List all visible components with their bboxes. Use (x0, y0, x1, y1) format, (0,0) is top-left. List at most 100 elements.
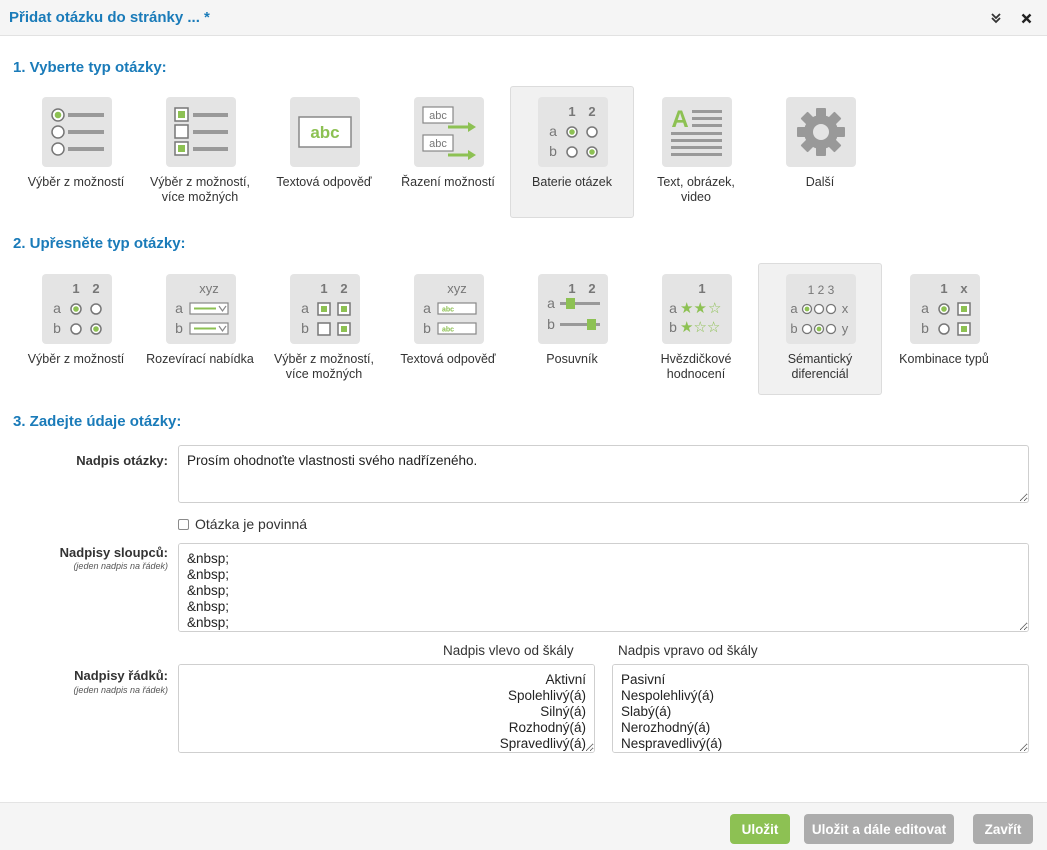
icon-row-b-text: b (53, 320, 61, 336)
left-scale-heading: Nadpis vlevo od škály (443, 643, 574, 658)
dialog-title: Přidat otázku do stránky ... * (9, 9, 210, 26)
type-text-image-video[interactable]: A Text, obrázek, video (634, 86, 758, 218)
required-checkbox-label: Otázka je povinná (195, 516, 308, 532)
subtype-slider[interactable]: 1 2 a b Posuvník (510, 263, 634, 395)
subtype-label: Textová odpověď (400, 352, 496, 366)
icon-x-text: x (960, 281, 968, 296)
icon-row-b-text: b (175, 320, 183, 336)
save-button[interactable]: Uložit (730, 814, 790, 844)
subtype-semantic-differential[interactable]: 1 2 3 a x b y Sémantický diferenciál (758, 263, 882, 395)
icon-row-a-text: a (549, 123, 557, 139)
icon-row-b-text: b (921, 320, 929, 336)
icon-row-a-text: a (301, 300, 309, 316)
icon-row-a-text: a (790, 301, 798, 316)
icon-row-b-text: b (547, 316, 555, 332)
subtype-multiple-choice[interactable]: 1 2 a b Výběr z možností, více možných (262, 263, 386, 395)
subtype-label: Sémantický diferenciál (787, 352, 853, 381)
type-single-choice[interactable]: Výběr z možností (14, 86, 138, 218)
icon-col1-text: 1 (568, 281, 575, 296)
step2-title: 2. Upřesněte typ otázky: (13, 235, 186, 252)
icon-scale-text: 1 2 3 (808, 283, 835, 297)
ordering-icon: abc abc (414, 97, 484, 167)
icon-row-a-text: a (921, 300, 929, 316)
subtype-label: Kombinace typů (899, 352, 989, 366)
subtype-single-choice[interactable]: 1 2 a b Výběr z možností (14, 263, 138, 395)
type-other[interactable]: Další (758, 86, 882, 218)
icon-row-a-text: a (547, 295, 555, 311)
step3-title: 3. Zadejte údaje otázky: (13, 413, 182, 430)
icon-xyz-text: xyz (447, 281, 467, 296)
icon-col1-text: 1 (568, 104, 575, 119)
subtype-label: Výběr z možností (27, 352, 125, 366)
type-question-battery[interactable]: 1 2 a b Baterie otázek (510, 86, 634, 218)
icon-abc-text: abc (442, 307, 454, 314)
gear-icon (786, 97, 856, 167)
type-label: Řazení možností (401, 175, 495, 189)
save-and-continue-button[interactable]: Uložit a dále editovat (804, 814, 954, 844)
subtype-label: Posuvník (546, 352, 598, 366)
matrix-text-icon: xyz a abc b abc (414, 274, 484, 344)
icon-x-text: x (842, 301, 849, 316)
text-answer-icon: abc (290, 97, 360, 167)
subtype-text-answer[interactable]: xyz a abc b abc Textová odpověď (386, 263, 510, 395)
row-titles-hint: (jeden nadpis na řádek) (73, 685, 168, 695)
type-ordering[interactable]: abc abc Řazení možností (386, 86, 510, 218)
close-icon[interactable] (1016, 8, 1036, 28)
icon-col1-text: 1 (320, 281, 327, 296)
matrix-dropdown-icon: xyz a b (166, 274, 236, 344)
icon-col1-text: 1 (72, 281, 79, 296)
icon-row-b-text: b (669, 319, 677, 335)
column-titles-input[interactable]: &nbsp; &nbsp; &nbsp; &nbsp; &nbsp; (178, 543, 1029, 632)
subtype-star-rating[interactable]: 1 a ★★ ☆ b ★☆☆ Hvězdičkové hodnocení (634, 263, 758, 395)
icon-row-b-text: b (301, 320, 309, 336)
icon-y-text: y (842, 321, 849, 336)
icon-col1-text: 1 (940, 281, 947, 296)
matrix-icon: 1 2 a b (538, 97, 608, 167)
star-rating-icon: 1 a ★★ ☆ b ★☆☆ (662, 274, 732, 344)
icon-col2-text: 2 (92, 281, 99, 296)
icon-col2-text: 2 (588, 281, 595, 296)
required-checkbox-row[interactable]: Otázka je povinná (178, 516, 307, 532)
svg-text:★☆☆: ★☆☆ (680, 318, 720, 336)
matrix-slider-icon: 1 2 a b (538, 274, 608, 344)
icon-row-b-text: b (549, 143, 557, 159)
icon-abc-text: abc (429, 138, 447, 150)
svg-text:★★: ★★ (680, 299, 707, 317)
question-title-label: Nadpis otázky: (76, 453, 168, 468)
required-checkbox[interactable] (178, 518, 189, 530)
left-scale-input[interactable]: Aktivní Spolehlivý(á) Silný(á) Rozhodný(… (178, 664, 595, 753)
type-label: Výběr z možností (27, 175, 125, 189)
matrix-checkbox-icon: 1 2 a b (290, 274, 360, 344)
question-title-input[interactable]: Prosím ohodnoťte vlastnosti svého nadříz… (178, 445, 1029, 503)
icon-xyz-text: xyz (199, 281, 219, 296)
text-image-video-icon: A (662, 97, 732, 167)
subtype-combination[interactable]: 1 x a b Kombinace typů (882, 263, 1006, 395)
right-scale-heading: Nadpis vpravo od škály (618, 643, 758, 658)
icon-row-a-text: a (175, 300, 183, 316)
icon-row-b-text: b (790, 321, 797, 336)
column-titles-hint: (jeden nadpis na řádek) (73, 561, 168, 571)
type-text-answer[interactable]: abc Textová odpověď (262, 86, 386, 218)
radio-list-icon (42, 97, 112, 167)
type-label: Text, obrázek, video (657, 175, 735, 204)
close-button[interactable]: Zavřít (973, 814, 1033, 844)
matrix-combination-icon: 1 x a b (910, 274, 980, 344)
dialog-titlebar: Přidat otázku do stránky ... * (0, 0, 1047, 36)
semantic-differential-icon: 1 2 3 a x b y (786, 274, 856, 344)
icon-abc-text: abc (429, 110, 447, 122)
type-label: Výběr z možností, více možných (149, 175, 251, 204)
type-multiple-choice[interactable]: Výběr z možností, více možných (138, 86, 262, 218)
subtype-label: Výběr z možností, více možných (273, 352, 375, 381)
icon-abc-text: abc (310, 123, 339, 142)
checkbox-list-icon (166, 97, 236, 167)
subtype-dropdown[interactable]: xyz a b Rozevírací nabídka (138, 263, 262, 395)
icon-abc-text: abc (442, 327, 454, 334)
collapse-icon[interactable] (986, 8, 1006, 28)
icon-row-a-text: a (53, 300, 61, 316)
svg-text:A: A (671, 106, 688, 133)
subtype-label: Rozevírací nabídka (146, 352, 254, 366)
icon-row-a-text: a (423, 300, 431, 316)
right-scale-input[interactable]: Pasivní Nespolehlivý(á) Slabý(á) Nerozho… (612, 664, 1029, 753)
type-label: Další (805, 175, 835, 189)
icon-row-a-text: a (669, 300, 677, 316)
